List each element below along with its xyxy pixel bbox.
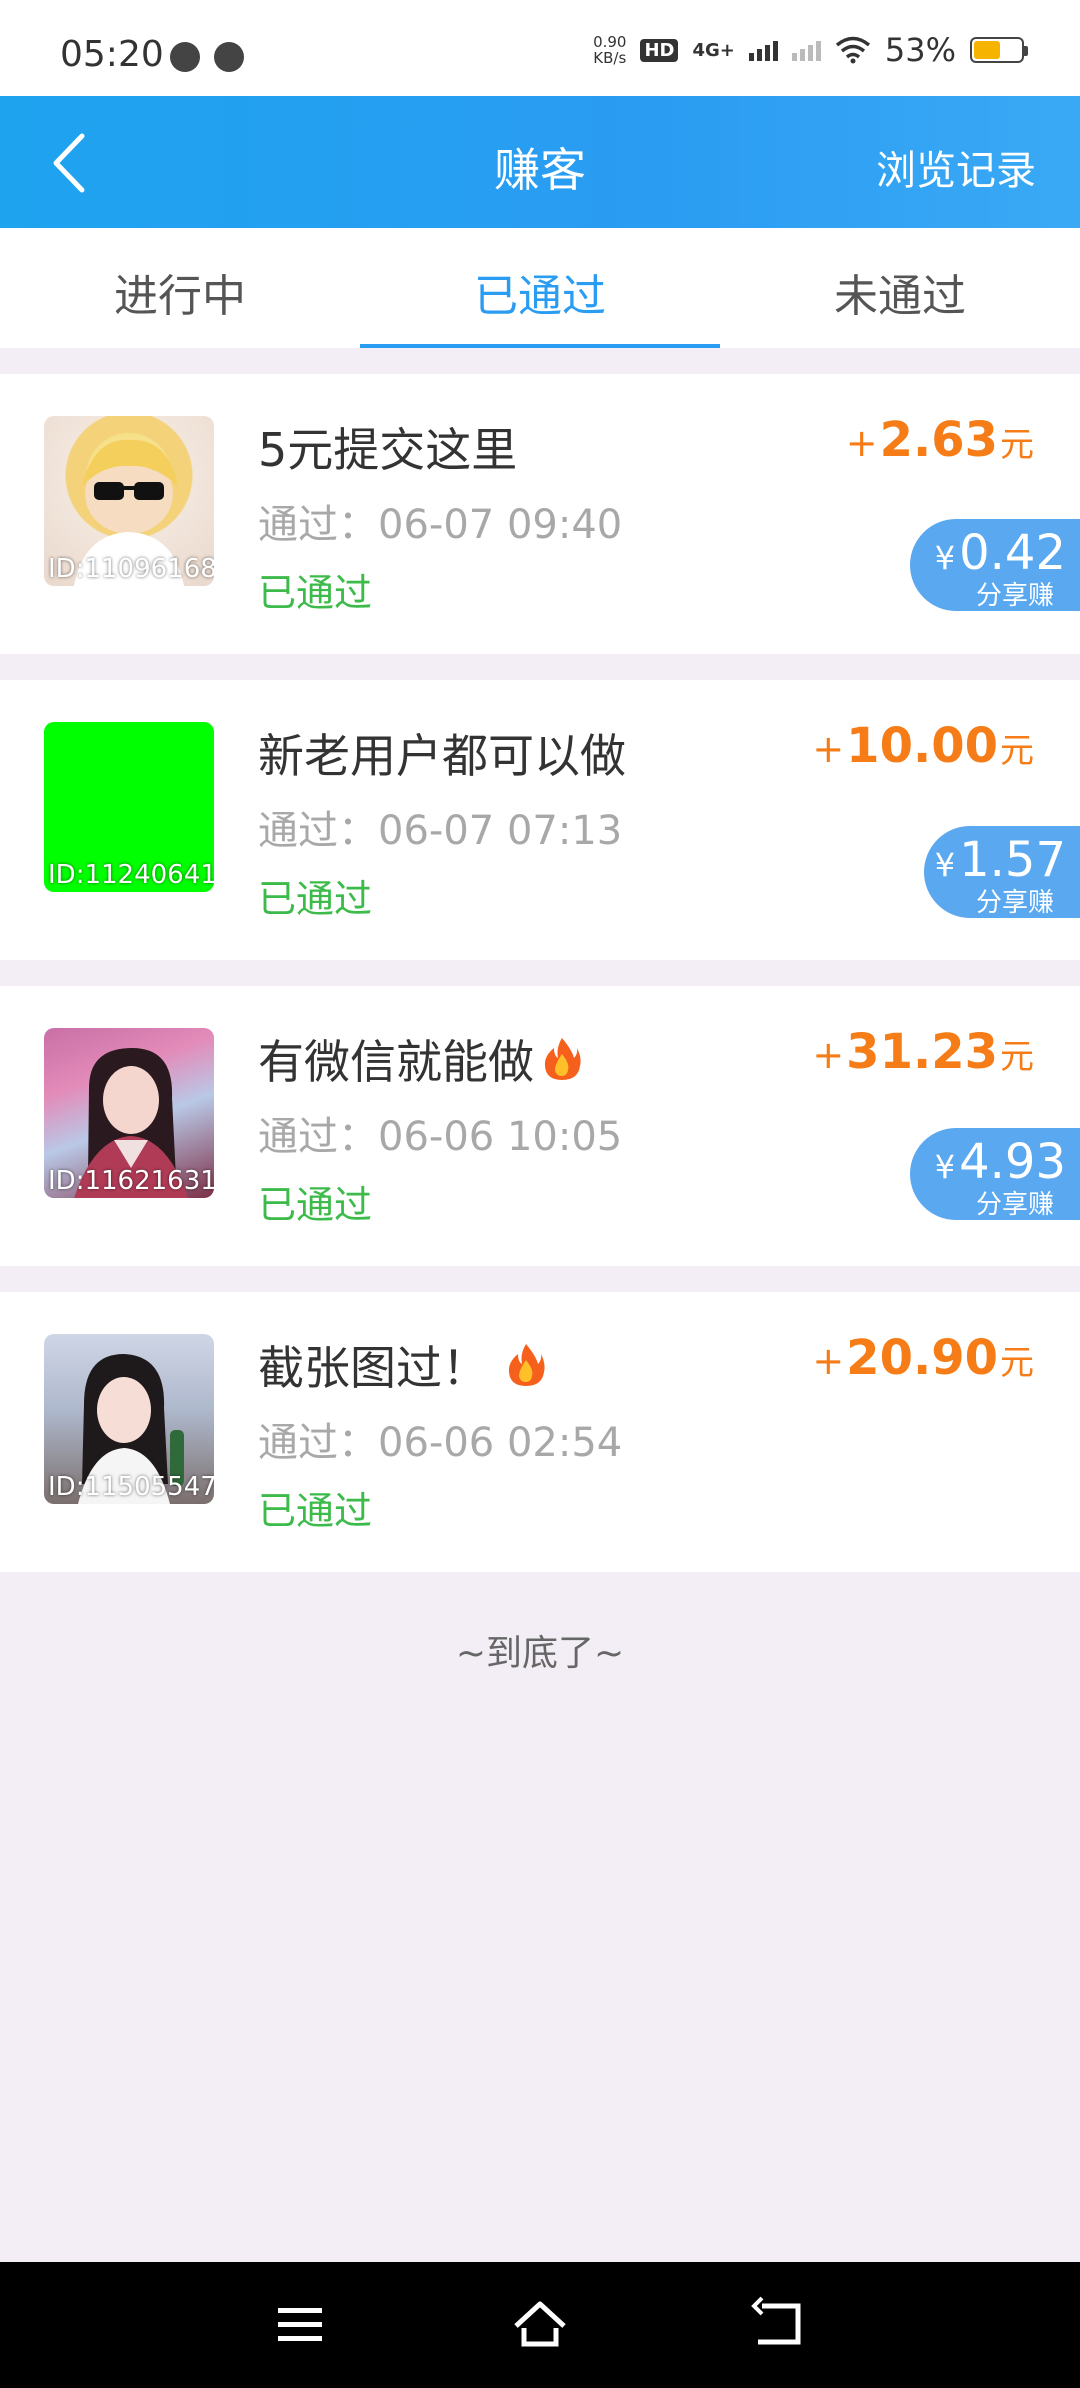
task-title: 新老用户都可以做	[258, 729, 626, 783]
task-card[interactable]: ID:11621631 有微信就能做 通过：06-06 10:05 已通过 + …	[0, 986, 1080, 1266]
task-pass-time: 通过：06-07 09:40	[258, 502, 623, 548]
task-thumbnail: ID:11621631	[44, 1028, 214, 1198]
share-label: 分享赚	[975, 888, 1054, 918]
share-earn-badge[interactable]: ¥0.42 分享赚	[910, 519, 1080, 611]
task-card[interactable]: ID:11505547 截张图过！ 通过：06-06 02:54 已通过 + 2…	[0, 1292, 1080, 1572]
task-reward: + 31.23 元	[812, 1024, 1034, 1080]
share-label: 分享赚	[975, 581, 1054, 611]
end-of-list-text: ~到底了~	[455, 1633, 625, 1674]
task-reward: + 10.00 元	[812, 718, 1034, 774]
fire-icon	[544, 1038, 581, 1080]
tab-passed[interactable]: 已通过	[360, 228, 720, 348]
tab-rejected[interactable]: 未通过	[720, 228, 1080, 348]
hd-icon: HD	[640, 38, 679, 62]
task-id: ID:11621631	[48, 1166, 214, 1196]
reward-amount: 2.63	[879, 412, 998, 468]
task-card[interactable]: ID:11096168 5元提交这里 通过：06-07 09:40 已通过 + …	[0, 374, 1080, 654]
task-id: ID:11240641	[48, 860, 214, 890]
reward-amount: 20.90	[846, 1330, 998, 1386]
share-earn-badge[interactable]: ¥4.93 分享赚	[910, 1128, 1080, 1220]
task-reward: + 20.90 元	[812, 1330, 1034, 1386]
home-icon[interactable]	[508, 2294, 572, 2354]
reward-amount: 31.23	[846, 1024, 998, 1080]
menu-icon[interactable]	[268, 2294, 332, 2354]
battery-icon	[970, 37, 1028, 63]
task-id: ID:11505547	[48, 1472, 214, 1502]
task-title: 截张图过！	[258, 1332, 546, 1398]
share-amount: 4.93	[959, 1134, 1066, 1190]
message-icon	[170, 42, 200, 72]
task-pass-time: 通过：06-06 10:05	[258, 1114, 623, 1160]
task-pass-time: 通过：06-07 07:13	[258, 808, 623, 854]
check-icon	[214, 42, 244, 72]
task-title: 5元提交这里	[258, 423, 518, 477]
reward-amount: 10.00	[846, 718, 998, 774]
task-title: 有微信就能做	[258, 1026, 582, 1092]
share-amount: 1.57	[959, 832, 1066, 888]
task-pass-time: 通过：06-06 02:54	[258, 1420, 623, 1466]
task-card[interactable]: ID:11240641 新老用户都可以做 通过：06-07 07:13 已通过 …	[0, 680, 1080, 960]
fire-icon	[508, 1344, 545, 1386]
task-thumbnail: ID:11505547	[44, 1334, 214, 1504]
task-id: ID:11096168	[48, 554, 214, 584]
signal-2-icon	[791, 39, 821, 61]
task-thumbnail: ID:11096168	[44, 416, 214, 586]
task-thumbnail: ID:11240641	[44, 722, 214, 892]
share-label: 分享赚	[975, 1190, 1054, 1220]
app-header: 赚客 浏览记录	[0, 96, 1080, 228]
tab-in-progress[interactable]: 进行中	[0, 228, 360, 348]
share-earn-badge[interactable]: ¥1.57 分享赚	[924, 826, 1080, 918]
back-nav-icon[interactable]	[748, 2294, 812, 2354]
task-status: 已通过	[258, 571, 373, 615]
status-tabs: 进行中 已通过 未通过	[0, 228, 1080, 348]
system-nav-bar	[0, 2262, 1080, 2388]
task-status: 已通过	[258, 1183, 373, 1227]
status-time: 05:20	[60, 34, 164, 75]
task-list: ID:11096168 5元提交这里 通过：06-07 09:40 已通过 + …	[0, 374, 1080, 1598]
browse-history-link[interactable]: 浏览记录	[876, 138, 1036, 196]
wifi-icon	[835, 36, 870, 64]
battery-percent: 53%	[884, 31, 956, 69]
net-speed: 0.90 KB/s	[593, 33, 627, 67]
signal-icon	[748, 39, 778, 61]
status-right-group: 0.90 KB/s HD 4G+ 53%	[593, 30, 1028, 70]
network-type: 4G+	[692, 39, 735, 61]
task-reward: + 2.63 元	[845, 412, 1034, 468]
share-amount: 0.42	[959, 525, 1066, 581]
task-status: 已通过	[258, 1489, 373, 1533]
task-status: 已通过	[258, 877, 373, 921]
status-bar: 05:20 0.90 KB/s HD 4G+ 53%	[0, 0, 1080, 96]
